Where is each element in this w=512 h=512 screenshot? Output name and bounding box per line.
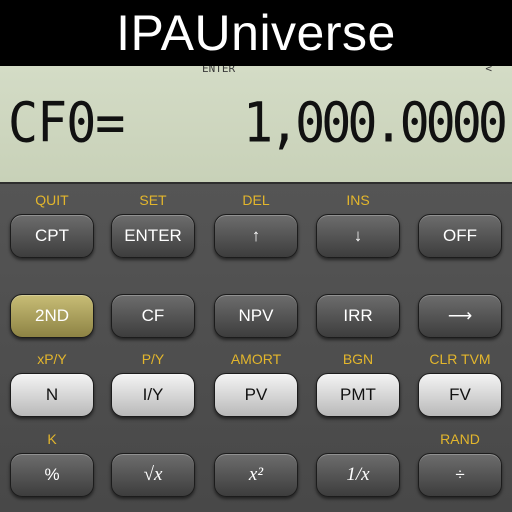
k-label: K	[47, 431, 57, 447]
down-arrow-button[interactable]: ↓	[316, 214, 400, 258]
calculator-display: ENTER < CF0= 1,000.0000	[0, 66, 512, 184]
percent-icon: %	[44, 465, 60, 484]
keypad: QUIT CPT SET ENTER DEL ↑ INS ↓ OFF 2ND C…	[0, 184, 512, 512]
bgn-label: BGN	[342, 351, 374, 367]
pv-button[interactable]: PV	[214, 373, 298, 417]
enter-button-label: ENTER	[124, 226, 182, 245]
display-variable-label: CF0=	[8, 91, 125, 155]
right-arrow-button[interactable]: ⟶	[418, 294, 502, 338]
up-arrow-button[interactable]: ↑	[214, 214, 298, 258]
off-button[interactable]: OFF	[418, 214, 502, 258]
pmt-button-label: PMT	[340, 385, 376, 404]
ins-label: INS	[346, 192, 370, 208]
xpy-label: xP/Y	[37, 351, 67, 367]
fv-button-label: FV	[449, 385, 471, 404]
app-title: IPAUniverse	[116, 5, 396, 61]
irr-button-label: IRR	[343, 306, 373, 325]
square-root-icon: √x	[143, 464, 163, 485]
clr-tvm-label: CLR TVM	[429, 351, 491, 367]
amort-label: AMORT	[230, 351, 282, 367]
pmt-button[interactable]: PMT	[316, 373, 400, 417]
reciprocal-button[interactable]: 1/x	[316, 453, 400, 497]
divide-icon: ÷	[455, 465, 465, 484]
fv-button[interactable]: FV	[418, 373, 502, 417]
display-value: 1,000.0000	[242, 91, 508, 155]
npv-button-label: NPV	[238, 306, 274, 325]
divide-button[interactable]: ÷	[418, 453, 502, 497]
enter-annunciator: ENTER	[202, 66, 236, 75]
del-label: DEL	[242, 192, 270, 208]
quit-label: QUIT	[35, 192, 69, 208]
cpt-button[interactable]: CPT	[10, 214, 94, 258]
iy-button[interactable]: I/Y	[111, 373, 195, 417]
backspace-annunciator: <	[485, 66, 492, 75]
irr-button[interactable]: IRR	[316, 294, 400, 338]
square-root-button[interactable]: √x	[111, 453, 195, 497]
set-label: SET	[139, 192, 167, 208]
down-arrow-icon: ↓	[353, 226, 363, 245]
second-function-button[interactable]: 2ND	[10, 294, 94, 338]
cf-button-label: CF	[141, 306, 165, 325]
reciprocal-icon: 1/x	[346, 464, 370, 485]
second-button-label: 2ND	[34, 306, 69, 325]
npv-button[interactable]: NPV	[214, 294, 298, 338]
right-arrow-icon: ⟶	[447, 306, 473, 325]
square-icon: x²	[248, 464, 264, 485]
enter-button[interactable]: ENTER	[111, 214, 195, 258]
square-button[interactable]: x²	[214, 453, 298, 497]
n-button[interactable]: N	[10, 373, 94, 417]
up-arrow-icon: ↑	[251, 226, 261, 245]
py-label: P/Y	[141, 351, 165, 367]
n-button-label: N	[45, 385, 59, 404]
percent-button[interactable]: %	[10, 453, 94, 497]
iy-button-label: I/Y	[142, 385, 164, 404]
cf-button[interactable]: CF	[111, 294, 195, 338]
pv-button-label: PV	[244, 385, 268, 404]
cpt-button-label: CPT	[35, 226, 69, 245]
app-title-banner: IPAUniverse	[0, 0, 512, 66]
rand-label: RAND	[440, 431, 480, 447]
off-button-label: OFF	[443, 226, 477, 245]
